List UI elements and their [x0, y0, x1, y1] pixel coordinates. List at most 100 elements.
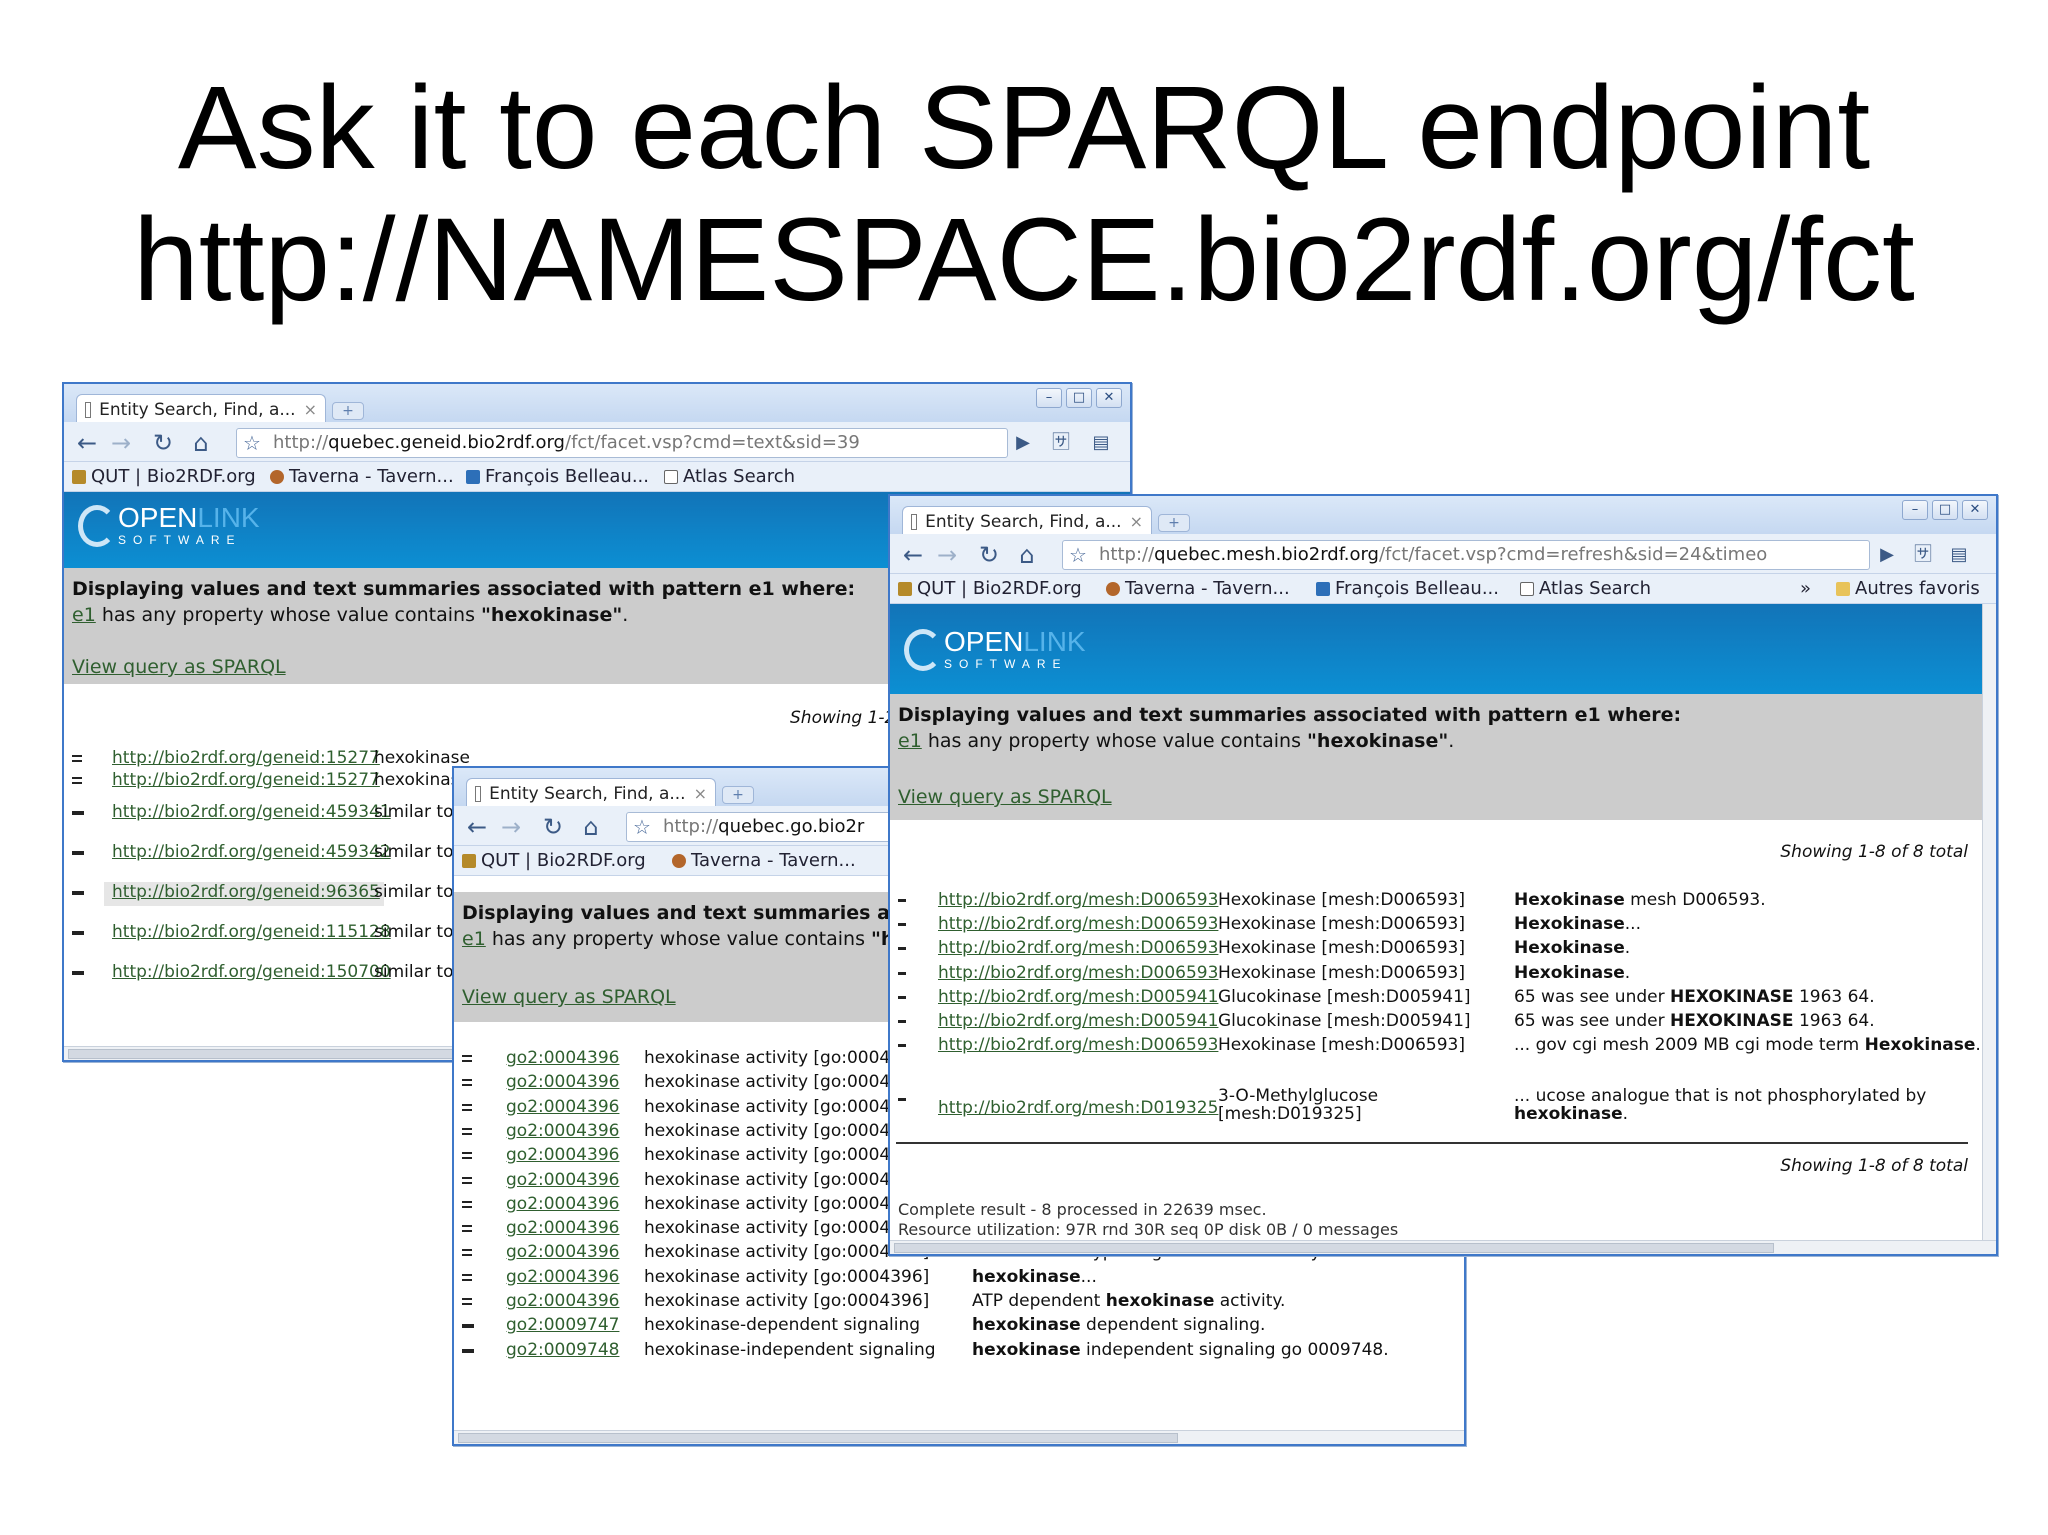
horizontal-scrollbar[interactable]	[890, 1240, 1996, 1254]
tab-title: Entity Search, Find, a...	[925, 511, 1122, 532]
go-term-label: hexokinase activity [go:00043	[644, 1193, 902, 1214]
go-arrow-icon[interactable]: ▶	[1872, 542, 1902, 568]
result-row-icon	[462, 1200, 472, 1208]
home-icon[interactable]: ⌂	[576, 814, 606, 840]
page-menu-icon[interactable]: ▤	[1086, 430, 1116, 456]
tab-close-icon[interactable]: ×	[694, 784, 707, 803]
reload-icon[interactable]: ↻	[538, 814, 568, 840]
go-term-link[interactable]: go2:0004396	[506, 1242, 619, 1262]
bookmarks-chevron-icon[interactable]: »	[1800, 574, 1811, 604]
maximize-icon[interactable]: □	[1066, 388, 1092, 408]
go-term-link[interactable]: go2:0004396	[506, 1218, 619, 1238]
new-tab-button[interactable]: +	[1158, 514, 1190, 532]
resource-utilization: Resource utilization: 97R rnd 30R seq 0P…	[898, 1220, 1399, 1239]
view-sparql-link[interactable]: View query as SPARQL	[898, 786, 1112, 808]
openlink-logo: OPENLINK SOFTWARE	[78, 504, 260, 548]
bookmark-francois[interactable]: François Belleau...	[466, 462, 649, 492]
view-sparql-link[interactable]: View query as SPARQL	[462, 986, 676, 1008]
bookmark-qut[interactable]: QUT | Bio2RDF.org	[72, 462, 256, 492]
horizontal-scrollbar[interactable]	[454, 1430, 1464, 1444]
mesh-uri-link[interactable]: http://bio2rdf.org/mesh:D006593	[938, 1035, 1218, 1055]
e1-link[interactable]: e1	[72, 604, 96, 626]
mesh-term-summary: 65 was see under HEXOKINASE 1963 64.	[1514, 1011, 1875, 1031]
go-term-label: hexokinase activity [go:00043	[644, 1145, 902, 1166]
back-arrow-icon[interactable]: ←	[72, 430, 102, 456]
mesh-term-label: Glucokinase [mesh:D005941]	[1218, 1011, 1471, 1031]
other-bookmarks-folder[interactable]: Autres favoris	[1836, 574, 1980, 604]
minimize-icon[interactable]: –	[1902, 500, 1928, 520]
mesh-uri-link[interactable]: http://bio2rdf.org/mesh:D006593	[938, 890, 1218, 910]
back-arrow-icon[interactable]: ←	[898, 542, 928, 568]
reload-icon[interactable]: ↻	[974, 542, 1004, 568]
back-arrow-icon[interactable]: ←	[462, 814, 492, 840]
bookmark-taverna[interactable]: Taverna - Tavern...	[270, 462, 454, 492]
minimize-icon[interactable]: –	[1036, 388, 1062, 408]
go-term-link[interactable]: go2:0004396	[506, 1072, 619, 1092]
address-bar[interactable]: ☆ http://quebec.mesh.bio2rdf.org/fct/fac…	[1062, 540, 1870, 570]
tab-close-icon[interactable]: ×	[304, 400, 317, 419]
bookmark-taverna[interactable]: Taverna - Tavern...	[672, 846, 856, 876]
go-term-link[interactable]: go2:0004396	[506, 1170, 619, 1190]
close-window-icon[interactable]: ✕	[1962, 500, 1988, 520]
mesh-term-summary: ... gov cgi mesh 2009 MB cgi mode term H…	[1514, 1035, 1981, 1056]
mesh-term-summary: Hexokinase.	[1514, 962, 1631, 983]
bookmark-taverna[interactable]: Taverna - Tavern...	[1106, 574, 1290, 604]
go-term-link[interactable]: go2:0004396	[506, 1121, 619, 1141]
go-term-link[interactable]: go2:0004396	[506, 1291, 619, 1311]
translate-icon[interactable]: 🈂	[1908, 542, 1938, 568]
view-sparql-link[interactable]: View query as SPARQL	[72, 656, 286, 678]
home-icon[interactable]: ⌂	[1012, 542, 1042, 568]
go-term-link[interactable]: go2:0004396	[506, 1267, 619, 1287]
mesh-uri-link[interactable]: http://bio2rdf.org/mesh:D006593	[938, 914, 1218, 934]
bookmark-star-icon[interactable]: ☆	[1069, 541, 1087, 569]
bookmark-atlas[interactable]: Atlas Search	[1520, 574, 1651, 604]
go-term-link[interactable]: go2:0004396	[506, 1194, 619, 1214]
go-term-link[interactable]: go2:0004396	[506, 1048, 619, 1068]
go-term-link[interactable]: go2:0009748	[506, 1340, 619, 1360]
mesh-uri-link[interactable]: http://bio2rdf.org/mesh:D006593	[938, 938, 1218, 958]
go-term-label: hexokinase activity [go:0004396]	[644, 1266, 930, 1287]
browser-tab[interactable]: Entity Search, Find, a... ×	[466, 778, 716, 808]
new-tab-button[interactable]: +	[332, 402, 364, 420]
reload-icon[interactable]: ↻	[148, 430, 178, 456]
address-bar[interactable]: ☆ http://quebec.geneid.bio2rdf.org/fct/f…	[236, 428, 1008, 458]
bookmark-qut[interactable]: QUT | Bio2RDF.org	[898, 574, 1082, 604]
go-term-link[interactable]: go2:0004396	[506, 1097, 619, 1117]
home-icon[interactable]: ⌂	[186, 430, 216, 456]
mesh-uri-link[interactable]: http://bio2rdf.org/mesh:D005941	[938, 1011, 1218, 1031]
url-host: quebec.geneid.bio2rdf.org	[328, 432, 565, 453]
browser-window-mesh: Entity Search, Find, a... × + – □ ✕ ← → …	[888, 494, 1998, 1256]
bookmark-star-icon[interactable]: ☆	[243, 429, 261, 457]
forward-arrow-icon[interactable]: →	[496, 814, 526, 840]
go-term-summary: ATP dependent hexokinase activity.	[972, 1291, 1286, 1311]
e1-link[interactable]: e1	[462, 928, 486, 950]
translate-icon[interactable]: 🈂	[1046, 430, 1076, 456]
browser-tab[interactable]: Entity Search, Find, a... ×	[902, 506, 1152, 536]
go-term-label: hexokinase activity [go:0004396]	[644, 1291, 930, 1311]
go-term-link[interactable]: go2:0004396	[506, 1145, 619, 1165]
tab-close-icon[interactable]: ×	[1130, 512, 1143, 531]
mesh-uri-link[interactable]: http://bio2rdf.org/mesh:D005941	[938, 987, 1218, 1007]
result-row: go2:0009747 hexokinase-dependent signalin…	[454, 1315, 1464, 1339]
mesh-uri-link[interactable]: http://bio2rdf.org/mesh:D006593	[938, 963, 1218, 983]
bookmark-qut[interactable]: QUT | Bio2RDF.org	[462, 846, 646, 876]
vertical-scrollbar[interactable]	[1982, 604, 1996, 1240]
bookmark-atlas[interactable]: Atlas Search	[664, 462, 795, 492]
result-row-icon	[462, 1298, 472, 1305]
result-row-icon	[462, 1324, 474, 1329]
go-arrow-icon[interactable]: ▶	[1008, 430, 1038, 456]
forward-arrow-icon[interactable]: →	[106, 430, 136, 456]
page-menu-icon[interactable]: ▤	[1944, 542, 1974, 568]
go-term-link[interactable]: go2:0009747	[506, 1315, 619, 1335]
tab-title: Entity Search, Find, a...	[489, 783, 686, 804]
close-window-icon[interactable]: ✕	[1096, 388, 1122, 408]
maximize-icon[interactable]: □	[1932, 500, 1958, 520]
openlink-banner: OPENLINK SOFTWARE	[890, 604, 1982, 694]
bookmark-francois[interactable]: François Belleau...	[1316, 574, 1499, 604]
e1-link[interactable]: e1	[898, 730, 922, 752]
showing-count-top: Showing 1-8 of 8 total	[1780, 842, 1968, 862]
new-tab-button[interactable]: +	[722, 786, 754, 804]
browser-tab[interactable]: Entity Search, Find, a... ×	[76, 394, 326, 424]
bookmark-star-icon[interactable]: ☆	[633, 813, 651, 841]
forward-arrow-icon[interactable]: →	[932, 542, 962, 568]
